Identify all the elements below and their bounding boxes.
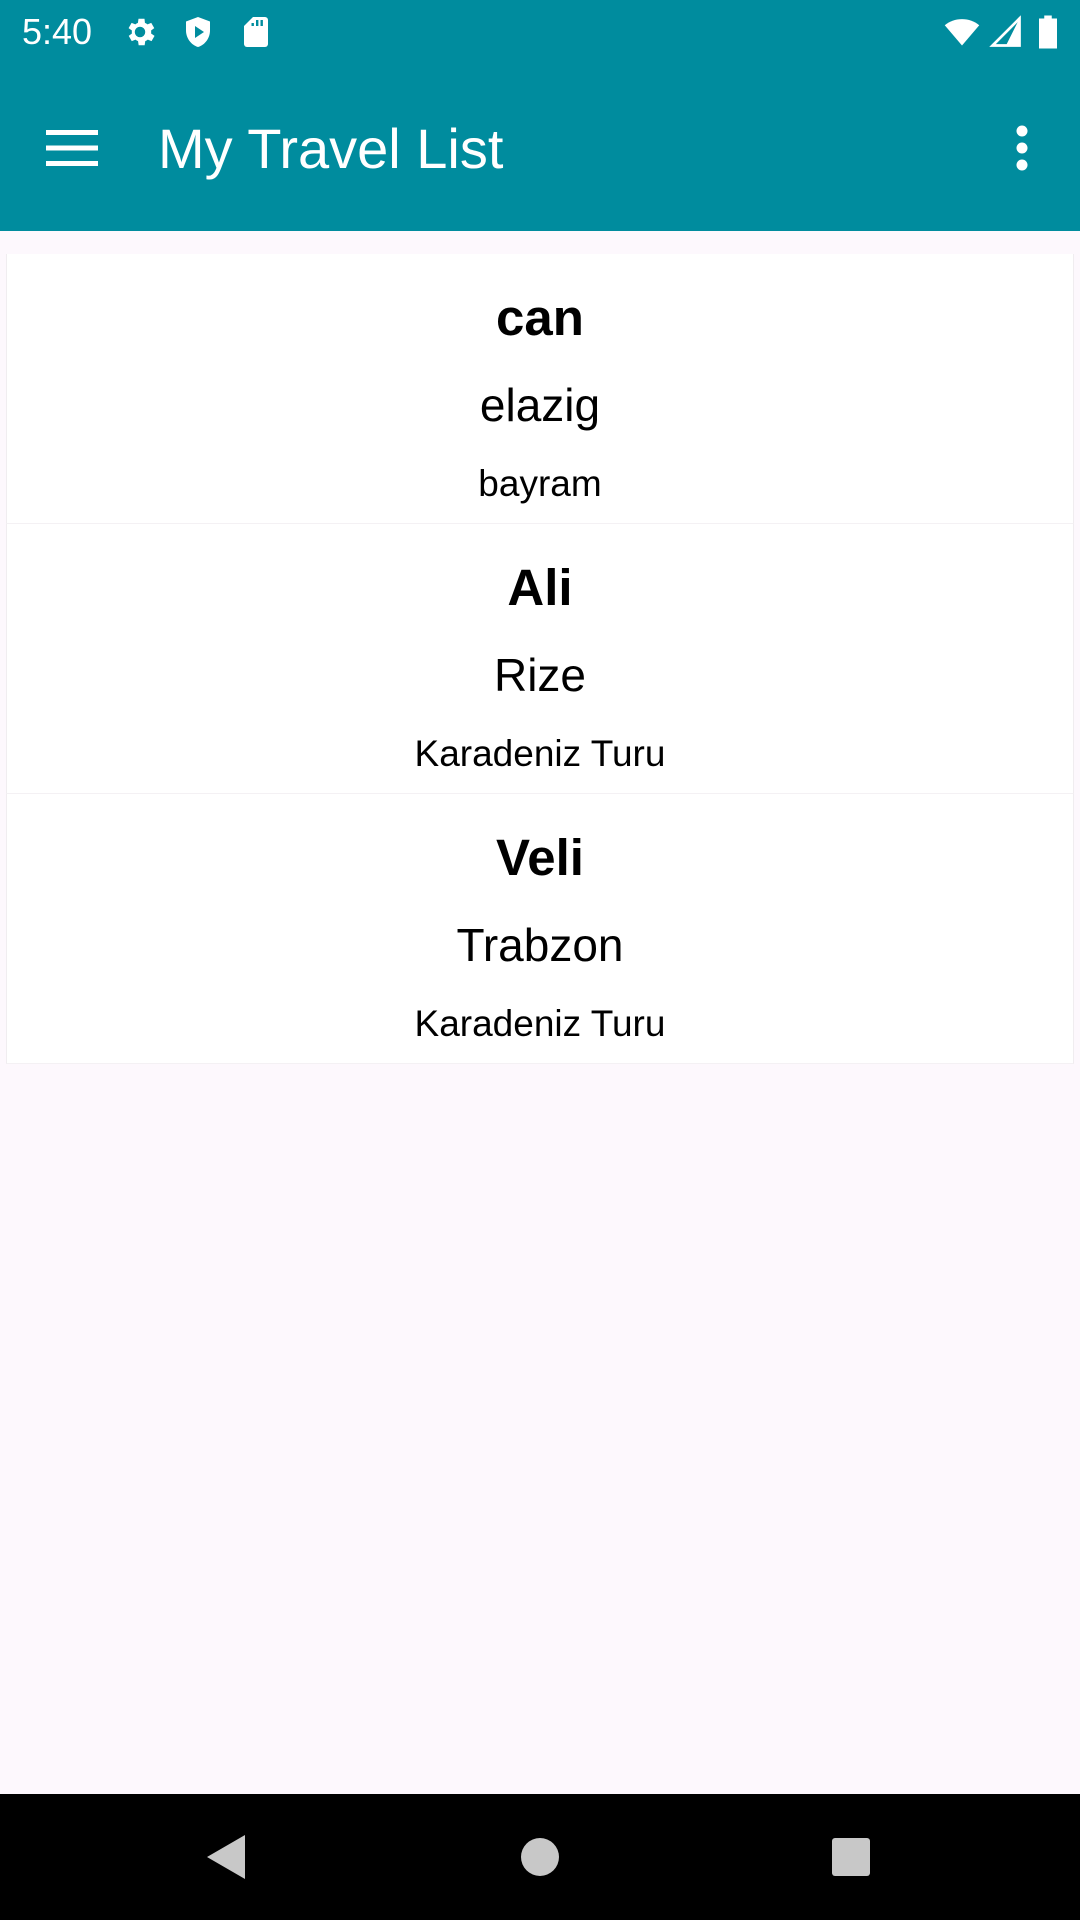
cellular-signal-icon: [988, 14, 1024, 50]
list-item[interactable]: Ali Rize Karadeniz Turu: [6, 524, 1074, 794]
trip-name: Karadeniz Turu: [414, 1003, 666, 1044]
app-bar: My Travel List: [0, 64, 1080, 231]
destination-city: Trabzon: [456, 919, 624, 971]
app-title: My Travel List: [158, 117, 504, 180]
more-vert-icon[interactable]: [994, 110, 1050, 186]
home-icon[interactable]: [508, 1825, 572, 1889]
status-time: 5:40: [22, 11, 93, 52]
traveler-name: Veli: [496, 829, 584, 886]
recents-icon[interactable]: [819, 1825, 883, 1889]
list-item[interactable]: Veli Trabzon Karadeniz Turu: [6, 794, 1074, 1064]
travel-list: can elazig bayram Ali Rize Karadeniz Tur…: [6, 254, 1074, 1064]
wifi-icon: [942, 14, 982, 50]
destination-city: Rize: [493, 649, 587, 701]
shield-icon: [180, 14, 216, 50]
traveler-name: Ali: [507, 559, 573, 616]
trip-name: Karadeniz Turu: [414, 733, 666, 774]
gear-icon: [122, 14, 158, 50]
battery-icon: [1036, 14, 1060, 50]
navigation-bar: [0, 1794, 1080, 1920]
trip-name: bayram: [478, 463, 602, 504]
destination-city: elazig: [479, 379, 601, 431]
back-icon[interactable]: [194, 1825, 258, 1889]
sd-card-icon: [238, 14, 274, 50]
traveler-name: can: [496, 289, 584, 346]
list-item[interactable]: can elazig bayram: [6, 254, 1074, 524]
hamburger-menu-icon[interactable]: [24, 110, 120, 186]
status-bar: 5:40: [0, 0, 1080, 64]
